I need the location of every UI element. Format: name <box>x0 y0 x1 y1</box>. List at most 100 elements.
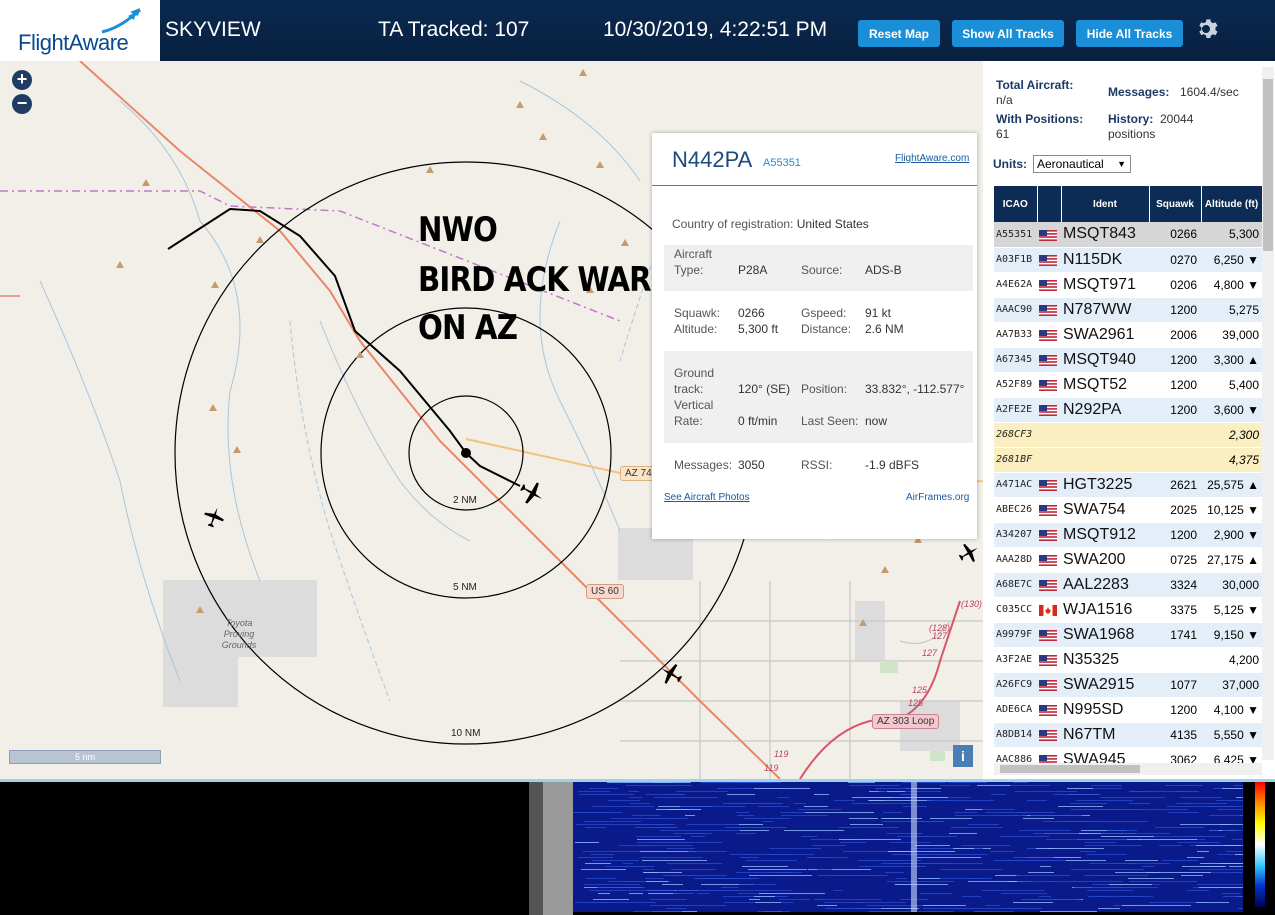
table-row[interactable]: ABEC26 SWA754 2025 10,125 ▼ <box>994 497 1262 523</box>
table-row[interactable]: A52F89 MSQT52 1200 5,400 <box>994 372 1262 398</box>
table-row[interactable]: A68E7C AAL2283 3324 30,000 <box>994 572 1262 598</box>
cell-ident: SWA2915 <box>1061 672 1149 698</box>
table-row[interactable]: A34207 MSQT912 1200 2,900 ▼ <box>994 522 1262 548</box>
cell-altitude: 4,100 ▼ <box>1201 697 1262 723</box>
cell-flag <box>1037 697 1061 723</box>
messages-rate-label: Messages: <box>1108 85 1170 99</box>
with-positions-value: 61 <box>996 127 1010 141</box>
altitude-trend-icon: ▼ <box>1247 252 1259 267</box>
cell-ident: MSQT971 <box>1061 272 1149 298</box>
table-row[interactable]: A2FE2E N292PA 1200 3,600 ▼ <box>994 397 1262 423</box>
messages-label: Messages: <box>674 458 733 472</box>
cell-flag <box>1037 272 1061 298</box>
scrollbar-thumb[interactable] <box>1000 765 1140 773</box>
table-row[interactable]: A471AC HGT3225 2621 25,575 ▲ <box>994 472 1262 498</box>
route-number: 127 <box>922 648 938 658</box>
cell-altitude: 3,600 ▼ <box>1201 397 1262 423</box>
table-row[interactable]: 2681BF 4,375 <box>994 447 1262 473</box>
map-view[interactable]: + − NWO BIRD ACK WAR ON AZ 2 NM 5 NM 10 … <box>0 61 983 779</box>
rssi-label: RSSI: <box>801 458 833 472</box>
vertical-rate-label-1: Vertical <box>674 398 714 412</box>
cell-altitude: 27,175 ▲ <box>1201 547 1262 573</box>
table-row[interactable]: A9979F SWA1968 1741 9,150 ▼ <box>994 622 1262 648</box>
history-unit: positions <box>1108 127 1156 141</box>
us-flag-icon <box>1039 229 1057 241</box>
flightaware-link[interactable]: FlightAware.com <box>895 153 969 164</box>
table-row[interactable]: A4E62A MSQT971 0206 4,800 ▼ <box>994 272 1262 298</box>
cell-squawk <box>1149 647 1201 673</box>
flightaware-logo[interactable]: FlightAware <box>0 0 160 61</box>
popup-block-squawk: Squawk: 0266 Gspeed: 91 kt Altitude: 5,3… <box>664 299 973 347</box>
show-all-tracks-button[interactable]: Show All Tracks <box>952 20 1064 47</box>
info-icon[interactable]: i <box>953 745 973 767</box>
table-row[interactable]: 268CF3 2,300 <box>994 422 1262 448</box>
total-aircraft-value: n/a <box>996 93 1013 107</box>
table-row[interactable]: A3F2AE N35325 4,200 <box>994 647 1262 673</box>
zoom-out-button[interactable]: − <box>12 94 32 114</box>
cell-icao: C035CC <box>994 597 1037 623</box>
column-header-flag[interactable] <box>1037 186 1062 222</box>
cell-ident: N292PA <box>1061 397 1149 423</box>
column-header-squawk[interactable]: Squawk <box>1149 186 1202 222</box>
aircraft-icon[interactable] <box>957 541 981 565</box>
column-header-ident[interactable]: Ident <box>1061 186 1150 222</box>
column-header-icao[interactable]: ICAO <box>994 186 1038 222</box>
route-number: 119 <box>774 749 789 759</box>
table-row[interactable]: AAAC90 N787WW 1200 5,275 <box>994 297 1262 323</box>
units-select[interactable]: Aeronautical ▼ <box>1033 155 1131 173</box>
cell-squawk: 1200 <box>1149 372 1201 398</box>
history-label: History: <box>1108 112 1154 126</box>
cell-ident: N995SD <box>1061 697 1149 723</box>
popup-hex-link[interactable]: A55351 <box>763 157 801 169</box>
altitude-value: 2,300 <box>1228 427 1259 442</box>
altitude-value: 5,125 <box>1213 602 1244 617</box>
logo-text: FlightAware <box>18 30 129 55</box>
last-seen-value: now <box>865 414 888 428</box>
cell-icao: A2FE2E <box>994 397 1037 423</box>
cell-altitude: 5,275 <box>1201 297 1262 323</box>
distance-label: Distance: <box>801 322 852 336</box>
cell-icao: AA7B33 <box>994 322 1037 348</box>
aircraft-photos-link[interactable]: See Aircraft Photos <box>664 492 750 503</box>
zoom-in-button[interactable]: + <box>12 70 32 90</box>
horizontal-scrollbar[interactable] <box>994 763 1262 775</box>
aircraft-icon[interactable] <box>658 661 684 687</box>
hide-all-tracks-button[interactable]: Hide All Tracks <box>1076 20 1183 47</box>
table-row[interactable]: A67345 MSQT940 1200 3,300 ▲ <box>994 347 1262 373</box>
altitude-trend-icon: ▼ <box>1247 702 1259 717</box>
table-row[interactable]: A8DB14 N67TM 4135 5,550 ▼ <box>994 722 1262 748</box>
vertical-scrollbar[interactable] <box>1262 67 1274 760</box>
airframes-link[interactable]: AirFrames.org <box>906 492 969 503</box>
country-label: Country of registration: <box>672 217 794 231</box>
aircraft-table-wrapper[interactable]: ICAO Ident Squawk Altitude (ft) A55351 MS… <box>994 186 1262 766</box>
cell-altitude: 2,900 ▼ <box>1201 522 1262 548</box>
cell-squawk <box>1149 422 1201 448</box>
total-aircraft-label: Total Aircraft: <box>996 78 1074 92</box>
aircraft-info-popup: N442PA A55351 FlightAware.com Country of… <box>652 133 977 539</box>
table-row[interactable]: AA7B33 SWA2961 2006 39,000 <box>994 322 1262 348</box>
gear-icon[interactable] <box>1194 17 1218 41</box>
table-row[interactable]: ADE6CA N995SD 1200 4,100 ▼ <box>994 697 1262 723</box>
us-flag-icon <box>1039 254 1057 266</box>
cell-altitude: 5,550 ▼ <box>1201 722 1262 748</box>
cell-flag <box>1037 647 1061 673</box>
table-row[interactable]: A03F1B N115DK 0270 6,250 ▼ <box>994 247 1262 273</box>
cell-ident: N787WW <box>1061 297 1149 323</box>
cell-icao: A471AC <box>994 472 1037 498</box>
aircraft-icon[interactable] <box>202 505 226 529</box>
aircraft-selected-icon[interactable] <box>518 479 546 507</box>
reset-map-button[interactable]: Reset Map <box>858 20 940 47</box>
table-row[interactable]: C035CC WJA1516 3375 5,125 ▼ <box>994 597 1262 623</box>
popup-block-track: Ground track: 120° (SE) Position: 33.832… <box>664 351 973 443</box>
table-row[interactable]: AAA28D SWA200 0725 27,175 ▲ <box>994 547 1262 573</box>
ground-track-label-1: Ground <box>674 366 715 380</box>
cell-icao: A67345 <box>994 347 1037 373</box>
column-header-altitude[interactable]: Altitude (ft) <box>1201 186 1262 222</box>
table-row[interactable]: A55351 MSQT843 0266 5,300 <box>994 222 1262 248</box>
cell-ident <box>1061 447 1149 473</box>
table-row[interactable]: A26FC9 SWA2915 1077 37,000 <box>994 672 1262 698</box>
ring-label-10nm: 10 NM <box>451 728 481 739</box>
cell-icao: A34207 <box>994 522 1037 548</box>
cell-icao: A26FC9 <box>994 672 1037 698</box>
scrollbar-thumb[interactable] <box>1263 79 1273 251</box>
